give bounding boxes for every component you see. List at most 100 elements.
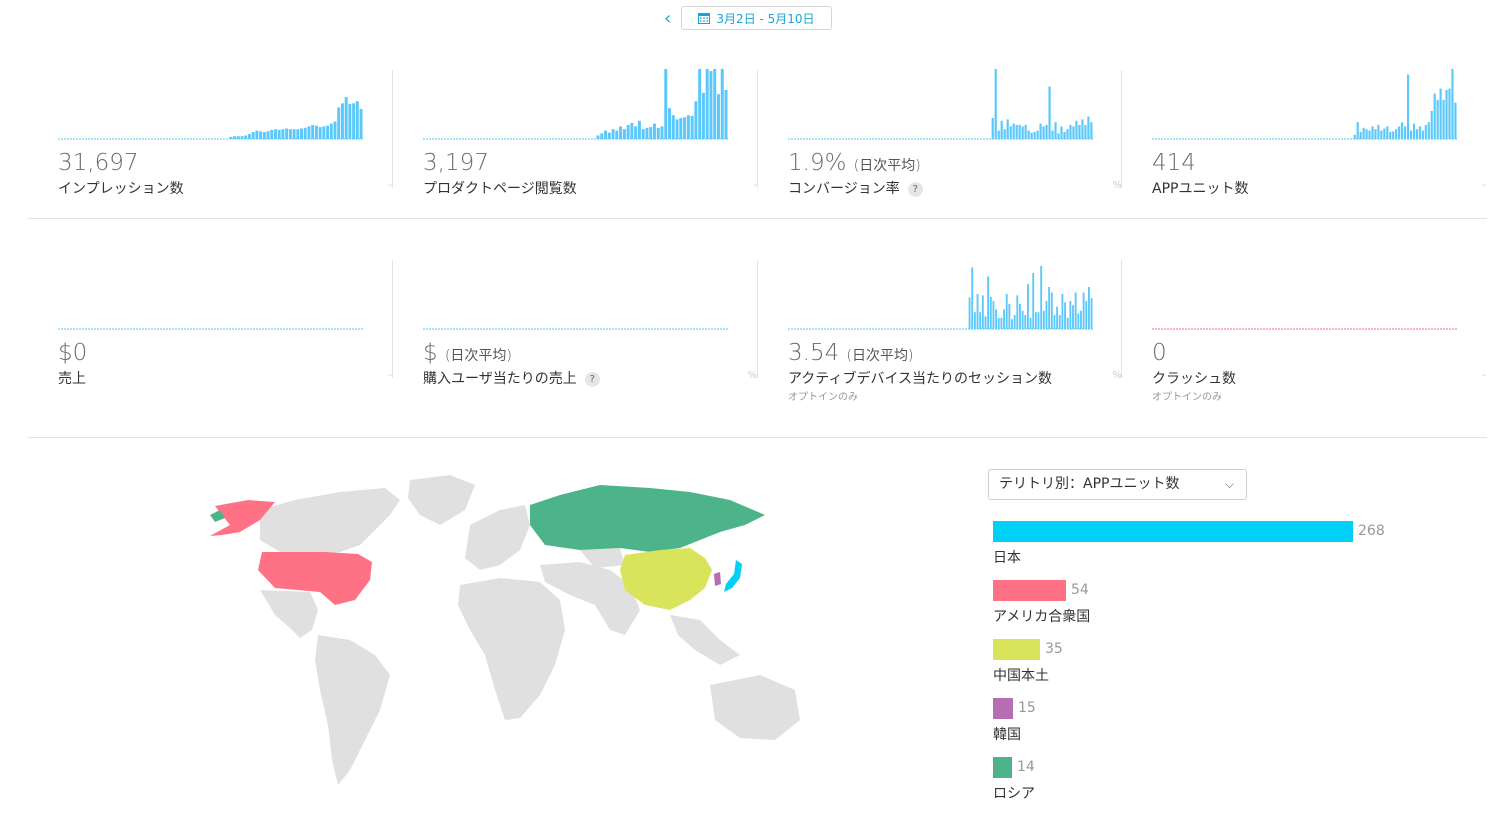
- sparkline-bar: [1045, 301, 1048, 329]
- sparkline-bar: [645, 127, 649, 139]
- metric-label: インプレッション数: [58, 178, 184, 198]
- metric-value-text: 0: [1152, 340, 1167, 366]
- territory-bar-item[interactable]: 14 ロシア: [993, 757, 1403, 807]
- sparkline-bar: [1368, 130, 1371, 139]
- sparkline-bar: [611, 129, 615, 139]
- sparkline-bar: [979, 312, 982, 329]
- territory-name: 韓国: [993, 727, 1021, 743]
- sparkline-bar: [992, 301, 995, 329]
- sparkline-bar: [1080, 310, 1082, 329]
- metric-value-text: 1.9%: [788, 150, 847, 176]
- metric-conversion-rate[interactable]: 1.9% (日次平均) コンバージョン率?%: [788, 60, 1128, 210]
- metric-note: オプトインのみ: [1152, 392, 1222, 403]
- metric-label-text: 購入ユーザ当たりの売上: [423, 371, 577, 387]
- territory-bar-item[interactable]: 35 中国本土: [993, 639, 1403, 689]
- metric-unit: -: [753, 180, 757, 191]
- sparkline-bar: [303, 127, 307, 139]
- world-map[interactable]: [200, 470, 820, 800]
- map-region-korea[interactable]: [714, 572, 721, 586]
- sparkline-bar: [717, 94, 720, 139]
- metric-label: クラッシュ数: [1152, 368, 1236, 388]
- metric-unit: -: [1482, 370, 1486, 381]
- sparkline-chart: [788, 266, 1093, 330]
- sparkline-bar: [229, 136, 233, 139]
- sparkline-bar: [285, 128, 289, 139]
- metric-value: 3.54 (日次平均): [788, 340, 913, 366]
- sparkline-bar: [1415, 129, 1418, 139]
- metric-app-units[interactable]: 414 APPユニット数 -: [1152, 60, 1492, 210]
- sparkline-bar: [709, 71, 713, 139]
- sparkline-bar: [1019, 303, 1021, 329]
- metric-product-page-views[interactable]: 3,197 プロダクトページ閲覧数 -: [423, 60, 763, 210]
- sparkline-bar: [1084, 125, 1087, 139]
- sparkline-bar: [300, 128, 303, 139]
- metric-value-text: 414: [1152, 150, 1196, 176]
- date-range-picker[interactable]: 3月2日 - 5月10日: [681, 6, 832, 30]
- sparkline-bar: [619, 126, 623, 139]
- sparkline-chart: [423, 69, 728, 140]
- sparkline-bar: [311, 125, 315, 139]
- metric-unit: -: [388, 180, 392, 191]
- sparkline-bar: [1377, 125, 1380, 139]
- sparkline-bar: [720, 69, 724, 139]
- metric-label-text: 売上: [58, 371, 86, 387]
- territory-bar-item[interactable]: 268 日本: [993, 521, 1403, 571]
- metric-impressions[interactable]: 31,697 インプレッション数 -: [58, 60, 398, 210]
- sparkline-bar: [266, 131, 270, 139]
- metric-sessions-per-active-device[interactable]: 3.54 (日次平均) アクティブデバイス当たりのセッション数 オプトインのみ%: [788, 250, 1128, 403]
- metric-sales-per-paying-user[interactable]: $ (日次平均) 購入ユーザ当たりの売上?%: [423, 250, 763, 400]
- territory-bar-item[interactable]: 54 アメリカ合衆国: [993, 580, 1403, 630]
- metric-value-text: 31,697: [58, 150, 139, 176]
- metric-crashes[interactable]: 0 クラッシュ数オプトインのみ -: [1152, 250, 1492, 403]
- sparkline-bar: [274, 129, 277, 139]
- sparkline-bar: [1006, 119, 1009, 139]
- metric-value: 0: [1152, 340, 1167, 366]
- sparkline-bar: [1392, 131, 1395, 139]
- sparkline-bar: [615, 130, 619, 139]
- sparkline-bar: [997, 317, 1000, 329]
- sparkline-bar: [690, 115, 694, 139]
- sparkline-bar: [1087, 116, 1090, 139]
- sparkline-bar: [1085, 301, 1088, 329]
- sparkline-bar: [1090, 298, 1093, 329]
- sparkline-bar: [1009, 126, 1012, 139]
- sparkline-bar: [1395, 129, 1398, 139]
- territory-bar-item[interactable]: 15 韓国: [993, 698, 1403, 748]
- map-region-japan[interactable]: [724, 560, 742, 592]
- sparkline-bar: [1036, 130, 1039, 139]
- sparkline-bar: [1008, 303, 1011, 329]
- sparkline-chart: [58, 97, 363, 140]
- sparkline-bar: [1380, 130, 1383, 139]
- metric-unit: -: [388, 370, 392, 381]
- metric-value-suffix: (日次平均): [853, 158, 921, 174]
- sparkline-bar: [1401, 122, 1404, 139]
- sparkline-bar: [1021, 310, 1024, 329]
- sparkline-bar: [997, 130, 1000, 139]
- territory-metric-select[interactable]: テリトリ別：APPユニット数 ⌵: [988, 469, 1247, 500]
- help-icon[interactable]: ?: [584, 372, 600, 387]
- sparkline-bar: [1445, 90, 1448, 139]
- sparkline-bar: [1015, 125, 1018, 139]
- sparkline-bar: [1016, 295, 1019, 329]
- sparkline-bar: [1074, 292, 1077, 329]
- sparkline-bar: [236, 136, 240, 139]
- metric-value-text: $: [423, 340, 438, 366]
- help-icon[interactable]: ?: [907, 182, 923, 197]
- territory-name: アメリカ合衆国: [993, 609, 1091, 625]
- sparkline-bar: [277, 129, 281, 139]
- sparkline-bar: [1012, 123, 1015, 139]
- territory-value: 15: [1018, 700, 1036, 716]
- sparkline-bar: [359, 108, 363, 139]
- sparkline-bar: [1013, 315, 1016, 329]
- sparkline-bar: [259, 131, 263, 139]
- sparkline-bar: [1353, 134, 1356, 139]
- sparkline-bar: [1066, 317, 1069, 329]
- sparkline-bar: [1088, 287, 1090, 329]
- map-region-russia[interactable]: [530, 485, 765, 552]
- sparkline-chart: [1152, 69, 1457, 140]
- metric-value: 31,697: [58, 150, 138, 176]
- chevron-left-icon[interactable]: ‹: [664, 8, 671, 30]
- metric-sales[interactable]: $0 売上 -: [58, 250, 398, 400]
- sparkline-bar: [641, 129, 645, 139]
- sparkline-bar: [1027, 284, 1029, 329]
